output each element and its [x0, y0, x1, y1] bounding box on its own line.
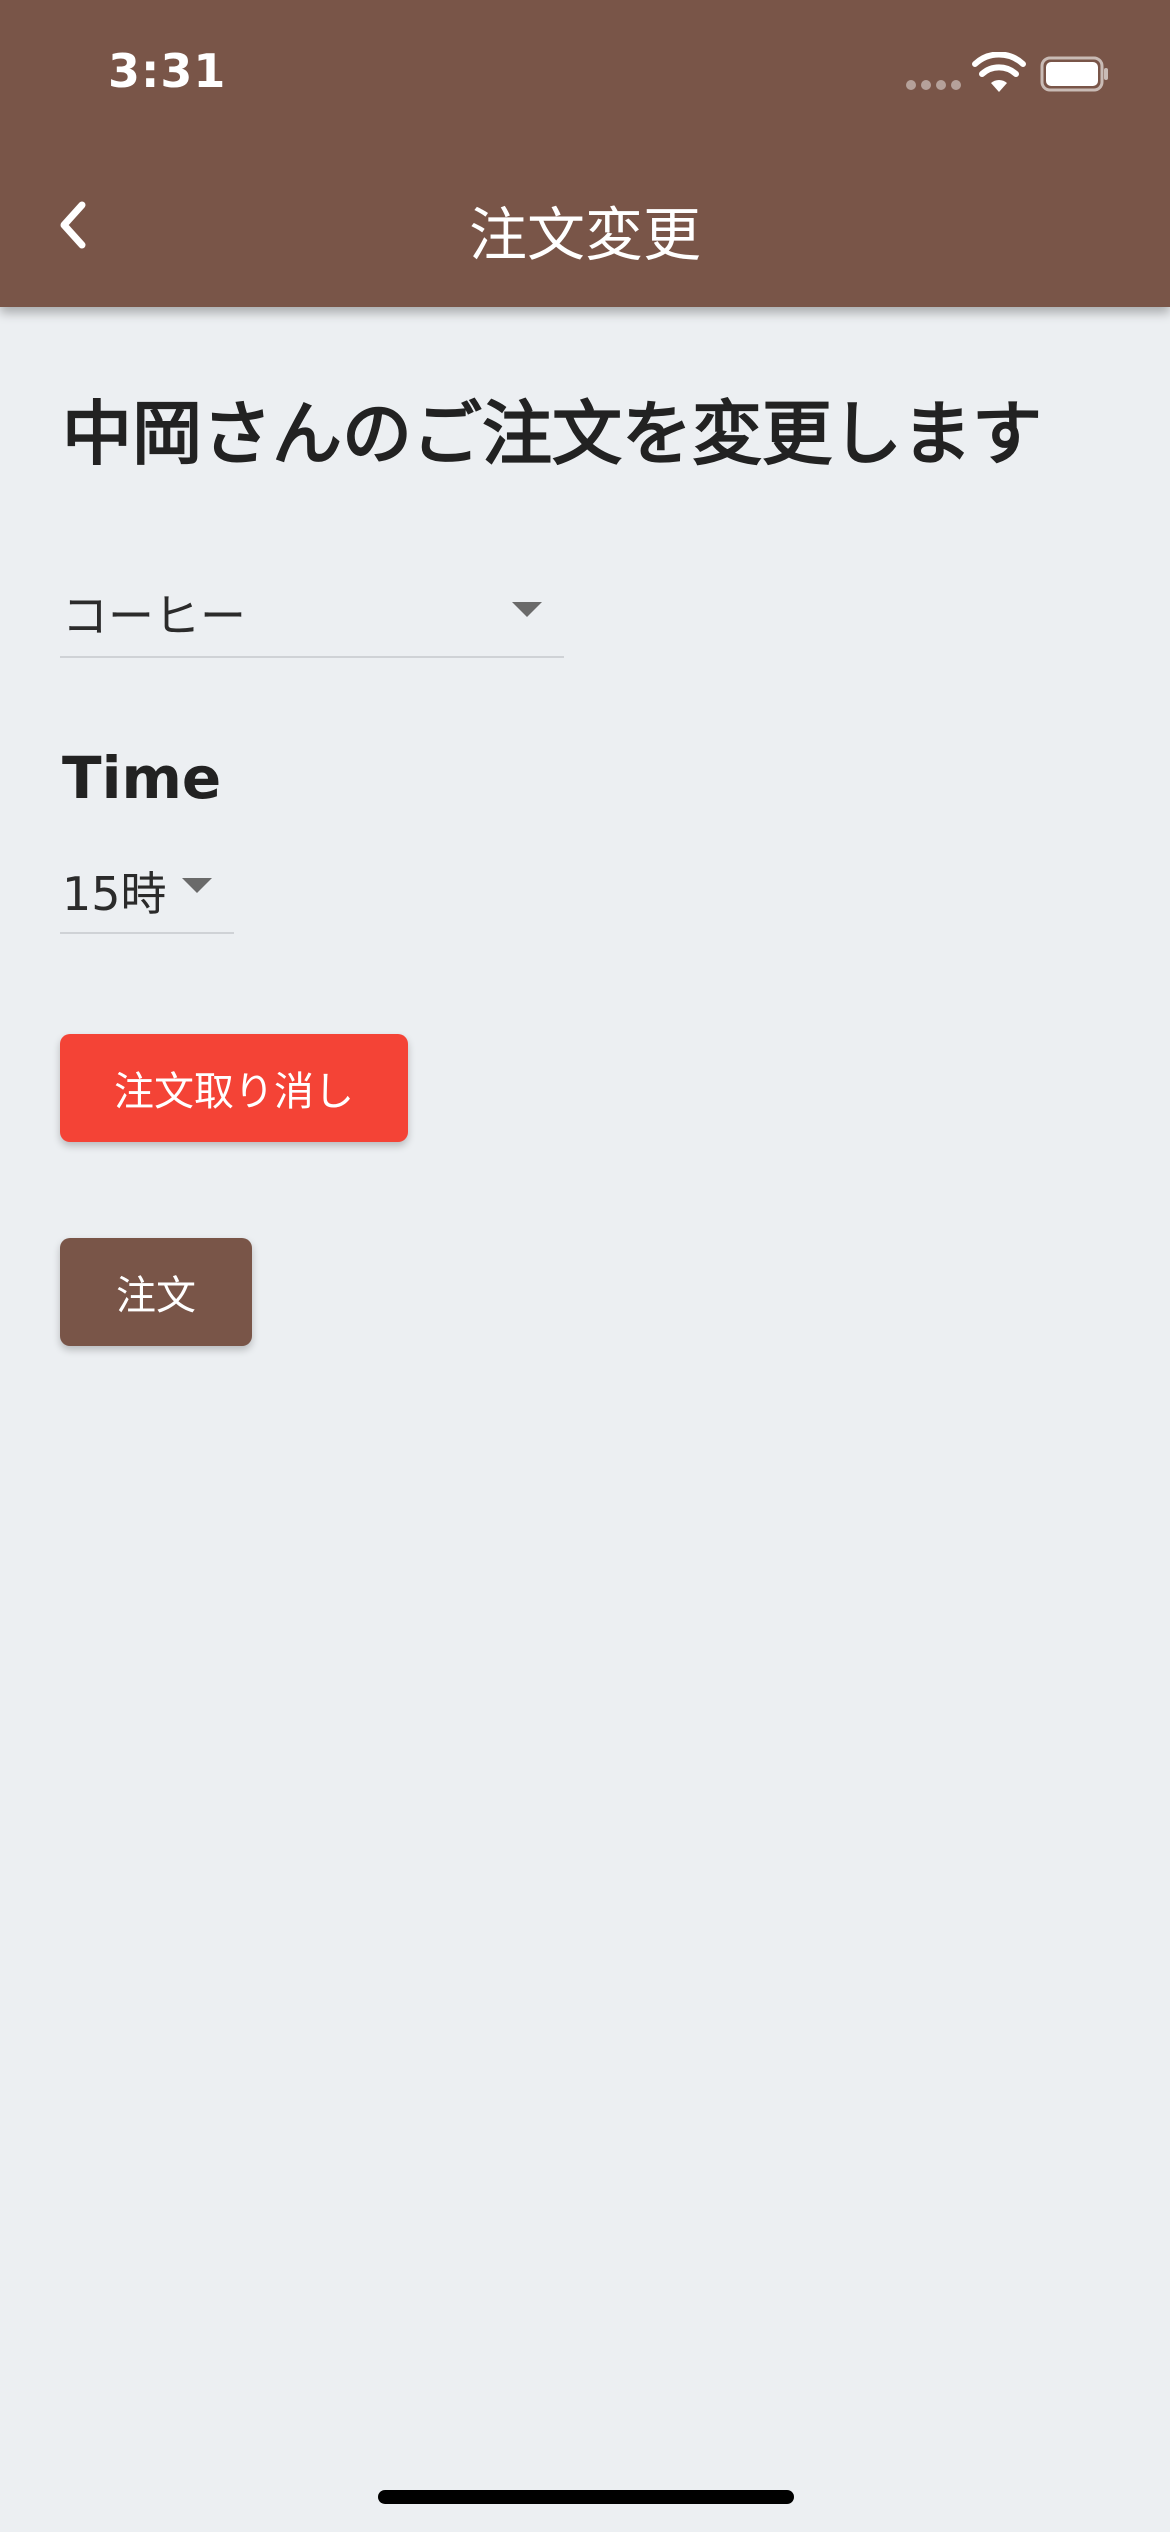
product-dropdown-value: コーヒー — [62, 589, 246, 643]
cellular-signal-icon — [906, 80, 962, 90]
time-label: Time — [62, 744, 222, 812]
page-heading: 中岡さんのご注文を変更します — [62, 393, 1042, 475]
time-dropdown-value: 15時 — [62, 867, 167, 921]
dropdown-arrow-icon — [512, 602, 542, 617]
cancel-order-button-label: 注文取り消し — [114, 1069, 354, 1115]
home-indicator[interactable] — [378, 2490, 794, 2504]
order-button[interactable]: 注文 — [60, 1238, 252, 1346]
app-bar: 3:31 注文変更 — [0, 0, 1170, 307]
order-button-label: 注文 — [116, 1273, 196, 1319]
battery-icon — [1040, 56, 1108, 92]
product-dropdown[interactable]: コーヒー — [60, 570, 564, 658]
wifi-icon — [972, 52, 1026, 92]
cancel-order-button[interactable]: 注文取り消し — [60, 1034, 408, 1142]
dropdown-arrow-icon — [182, 878, 212, 893]
time-dropdown[interactable]: 15時 — [60, 848, 234, 934]
app-bar-title: 注文変更 — [468, 201, 701, 269]
status-time: 3:31 — [108, 44, 227, 98]
